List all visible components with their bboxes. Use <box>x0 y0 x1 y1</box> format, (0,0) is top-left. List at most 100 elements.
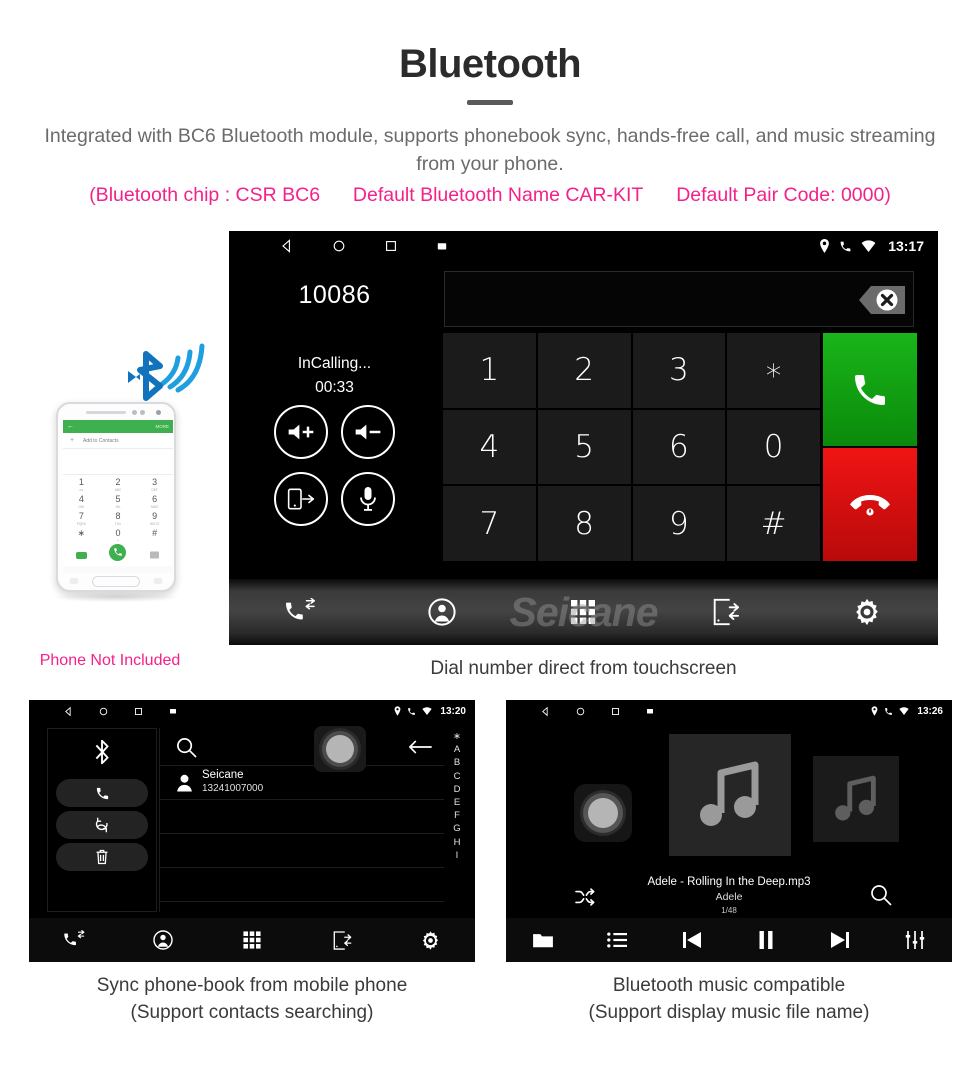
phone-key-9[interactable]: 9 WXYZ <box>136 509 173 526</box>
phone-key-0[interactable]: 0 + <box>100 526 137 543</box>
phone-key-#[interactable]: # <box>136 526 173 543</box>
nav-settings-button[interactable] <box>386 930 475 951</box>
shuffle-button[interactable] <box>574 888 596 906</box>
phone-key-∗[interactable]: ∗ <box>63 526 100 543</box>
nav-phonebook-sync-button[interactable] <box>654 597 796 627</box>
alpha-index-H[interactable]: H <box>454 837 461 848</box>
phone-menu-key[interactable] <box>70 578 78 584</box>
alpha-index-B[interactable]: B <box>454 758 460 768</box>
transfer-to-phone-button[interactable] <box>273 472 328 526</box>
dialpad-key-0[interactable]: 0 <box>727 409 820 485</box>
next-track-button[interactable] <box>803 931 877 949</box>
playlist-button[interactable] <box>580 931 654 949</box>
dialpad-key-∗[interactable]: ∗ <box>727 333 820 408</box>
alpha-index-C[interactable]: C <box>454 771 461 782</box>
search-icon[interactable] <box>176 737 197 758</box>
nav-dialpad-button[interactable] <box>513 598 655 626</box>
phone-back-icon[interactable]: ← <box>67 423 74 430</box>
nav-contacts-button[interactable] <box>118 930 207 950</box>
home-icon[interactable] <box>575 706 586 717</box>
album-cover-current[interactable] <box>669 734 791 856</box>
contact-list-empty-row[interactable] <box>160 834 444 868</box>
phone-key-1[interactable]: 1 oo <box>63 475 100 492</box>
previous-track-button[interactable] <box>655 931 729 949</box>
phone-back-key[interactable] <box>154 578 162 584</box>
dialpad-key-1[interactable]: 1 <box>443 333 536 408</box>
alpha-index-A[interactable]: A <box>454 745 460 755</box>
volume-down-button[interactable] <box>341 405 396 459</box>
dialpad-key-9[interactable]: 9 <box>632 486 726 561</box>
phone-key-8[interactable]: 8 TUV <box>100 509 137 526</box>
contact-list-empty-row[interactable] <box>160 868 444 902</box>
phonebook-call-button[interactable] <box>56 779 148 807</box>
nav-settings-button[interactable] <box>796 597 938 627</box>
back-arrow-icon[interactable] <box>408 739 432 755</box>
phone-key-7[interactable]: 7 PQRS <box>63 509 100 526</box>
alpha-index-∗[interactable]: ∗ <box>453 732 461 742</box>
phone-more-button[interactable]: MORE <box>156 424 170 429</box>
dialpad-key-7[interactable]: 7 <box>443 486 536 561</box>
folder-button[interactable] <box>506 931 580 949</box>
nav-call-log-button[interactable] <box>229 598 371 626</box>
phone-key-4[interactable]: 4 GHI <box>63 492 100 509</box>
alphabet-index[interactable]: ∗ A B C D E F G H I <box>447 728 467 912</box>
dialpad-key-#[interactable]: # <box>727 486 820 561</box>
recents-icon[interactable] <box>610 706 621 717</box>
alpha-index-F[interactable]: F <box>454 811 460 821</box>
contact-list-empty-row[interactable] <box>160 800 444 834</box>
back-icon[interactable] <box>540 706 551 717</box>
phone-key-2[interactable]: 2 ABC <box>100 475 137 492</box>
screenshot-icon[interactable] <box>645 706 655 716</box>
phone-keypad[interactable]: 1 oo 2 ABC 3 DEF 4 GHI 5 JKL 6 MNO 7 PQRS 8 TUV 9 WXYZ ∗ 0 +… <box>63 475 173 543</box>
dialpad-key-6[interactable]: 6 <box>632 409 726 485</box>
dialpad-key-5[interactable]: 5 <box>537 409 631 485</box>
call-control-buttons <box>229 405 440 526</box>
pause-button[interactable] <box>729 931 803 949</box>
screenshot-icon[interactable] <box>435 239 449 253</box>
nav-phonebook-sync-button[interactable] <box>297 930 386 951</box>
phone-key-5[interactable]: 5 JKL <box>100 492 137 509</box>
dialpad-key-8[interactable]: 8 <box>537 486 631 561</box>
back-icon[interactable] <box>63 706 74 717</box>
dialpad-key-4[interactable]: 4 <box>443 409 536 485</box>
phone-videocall-button[interactable] <box>63 546 100 564</box>
microphone-mute-button[interactable] <box>341 472 396 526</box>
alpha-index-D[interactable]: D <box>454 784 461 795</box>
alpha-index-I[interactable]: I <box>456 850 459 861</box>
screenshot-icon[interactable] <box>168 706 178 716</box>
phone-call-button[interactable] <box>100 543 137 566</box>
recents-icon[interactable] <box>383 238 399 254</box>
phone-number-field[interactable] <box>63 449 173 475</box>
dialpad-grid[interactable]: 1 2 3 ∗ 4 5 6 0 7 8 9 # <box>443 333 820 561</box>
end-call-button[interactable] <box>823 448 917 561</box>
phone-key-3[interactable]: 3 DEF <box>136 475 173 492</box>
backspace-icon[interactable] <box>841 283 907 317</box>
number-input-field[interactable] <box>444 271 914 327</box>
alpha-index-E[interactable]: E <box>454 797 460 808</box>
home-icon[interactable] <box>331 238 347 254</box>
home-icon[interactable] <box>98 706 109 717</box>
volume-up-button[interactable] <box>273 405 328 459</box>
phone-key-6[interactable]: 6 MNO <box>136 492 173 509</box>
status-clock: 13:20 <box>440 705 466 717</box>
dialpad-key-3[interactable]: 3 <box>632 333 726 408</box>
alpha-index-G[interactable]: G <box>453 824 460 834</box>
contact-search-row[interactable] <box>160 726 444 772</box>
nav-dialpad-button[interactable] <box>207 930 296 950</box>
contact-name: Seicane <box>202 769 244 781</box>
contact-list-item[interactable]: Seicane 13241007000 <box>160 766 444 800</box>
equalizer-button[interactable] <box>878 931 952 949</box>
phonebook-sync-button[interactable] <box>56 811 148 839</box>
nav-call-log-button[interactable] <box>29 930 118 950</box>
phonebook-delete-button[interactable] <box>56 843 148 871</box>
phone-keyboard-button[interactable] <box>136 546 173 564</box>
phone-home-key[interactable] <box>92 576 140 587</box>
nav-contacts-button[interactable] <box>371 598 513 626</box>
phone-add-contact-row[interactable]: + Add to Contacts <box>63 433 173 449</box>
dialpad-key-2[interactable]: 2 <box>537 333 631 408</box>
recents-icon[interactable] <box>133 706 144 717</box>
back-icon[interactable] <box>279 238 295 254</box>
answer-call-button[interactable] <box>823 333 917 446</box>
album-cover-next[interactable] <box>813 756 899 842</box>
music-search-button[interactable] <box>870 884 892 906</box>
